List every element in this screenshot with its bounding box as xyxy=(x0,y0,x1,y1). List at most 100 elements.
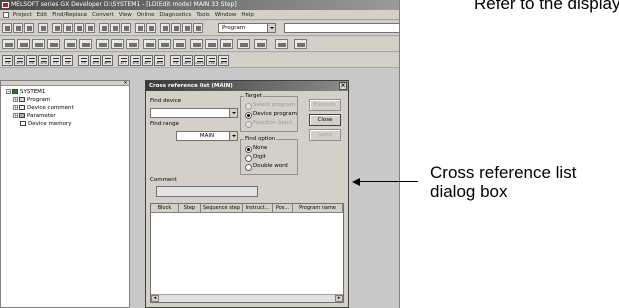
line-draw-icon[interactable]: F10 xyxy=(206,55,217,66)
operation-result-rising-icon[interactable]: F5 xyxy=(170,55,181,66)
step-run-icon[interactable] xyxy=(173,39,186,49)
cross-reference-table[interactable]: Block Step Sequence step Instruct... Pos… xyxy=(150,203,344,303)
open-project-icon[interactable] xyxy=(13,23,23,33)
find-device-label: Find device xyxy=(150,98,182,104)
menu-convert[interactable]: Convert xyxy=(92,10,114,20)
column-block[interactable]: Block xyxy=(151,204,179,213)
target-device-program-radio[interactable]: Device program xyxy=(245,111,297,119)
column-step[interactable]: Step xyxy=(179,204,201,213)
column-position[interactable]: Pos... xyxy=(273,204,293,213)
menu-online[interactable]: Online xyxy=(137,10,155,20)
find-option-double-word-radio[interactable]: Double word xyxy=(245,163,288,171)
ladder-logic-test-icon[interactable] xyxy=(254,39,267,49)
cut-icon[interactable] xyxy=(52,23,62,33)
rising-pulse-contact-icon[interactable]: sF7 xyxy=(118,55,129,66)
tree-item-device-comment[interactable]: + Device comment xyxy=(13,105,74,112)
find-device-input[interactable] xyxy=(150,108,238,118)
help-icon[interactable] xyxy=(294,39,307,49)
execute-button[interactable]: Execute xyxy=(309,99,341,111)
find-option-digit-radio[interactable]: Digit xyxy=(245,154,266,162)
scroll-left-icon[interactable]: ◂ xyxy=(151,295,159,302)
expand-icon[interactable]: + xyxy=(13,105,18,110)
find-option-none-radio[interactable]: None xyxy=(245,145,267,153)
menu-window[interactable]: Window xyxy=(215,10,237,20)
list-mode-icon[interactable] xyxy=(17,39,30,49)
tree-item-parameter[interactable]: + Parameter xyxy=(13,113,56,120)
zoom-icon[interactable] xyxy=(171,23,181,33)
chevron-down-icon[interactable] xyxy=(229,109,237,117)
collapse-icon[interactable]: − xyxy=(6,89,11,94)
comment-display-icon[interactable] xyxy=(64,39,77,49)
transfer-setup-icon[interactable] xyxy=(275,39,288,49)
scroll-right-icon[interactable]: ▸ xyxy=(335,295,343,302)
copy-icon[interactable] xyxy=(63,23,73,33)
horizontal-scrollbar[interactable]: ◂ ▸ xyxy=(151,294,343,302)
menu-view[interactable]: View xyxy=(119,10,132,20)
operation-result-invert-icon[interactable]: caF5 xyxy=(194,55,205,66)
undo-icon[interactable] xyxy=(85,23,95,33)
menu-edit[interactable]: Edit xyxy=(37,10,48,20)
menu-tools[interactable]: Tools xyxy=(196,10,210,20)
jump-button[interactable]: Jump xyxy=(309,129,341,141)
ladder-mode-icon[interactable] xyxy=(2,39,15,49)
paste-icon[interactable] xyxy=(74,23,84,33)
timing-chart-icon[interactable] xyxy=(205,39,218,49)
expand-icon[interactable]: + xyxy=(13,97,18,102)
menu-help[interactable]: Help xyxy=(241,10,254,20)
monitor-stop-icon[interactable] xyxy=(158,39,171,49)
close-icon[interactable]: × xyxy=(339,82,347,90)
write-mode-icon[interactable] xyxy=(47,39,60,49)
entry-monitor-icon[interactable] xyxy=(193,23,203,33)
delete-vertical-line-icon[interactable]: aF9 xyxy=(102,55,113,66)
falling-pulse-contact-icon[interactable]: sF8 xyxy=(130,55,141,66)
find-instruction-icon[interactable] xyxy=(110,23,120,33)
horizontal-line-icon[interactable]: sF9 xyxy=(90,55,101,66)
line-delete-icon[interactable]: aF9 xyxy=(218,55,229,66)
program-list-select[interactable] xyxy=(284,23,399,33)
rising-pulse-branch-icon[interactable]: aF7 xyxy=(142,55,153,66)
find-device-icon[interactable] xyxy=(99,23,109,33)
cross-reference-icon[interactable] xyxy=(121,23,131,33)
vertical-line-icon[interactable]: F9 xyxy=(78,55,89,66)
closed-branch-icon[interactable]: sF6 xyxy=(38,55,49,66)
ladder-symbol-toolbar: F5 sF5 F6 sF6 F7 F8 F9 sF9 aF9 sF7 sF8 a… xyxy=(0,53,399,68)
menu-find-replace[interactable]: Find/Replace xyxy=(52,10,87,20)
close-button[interactable]: Close xyxy=(309,114,341,126)
tree-item-device-memory[interactable]: Device memory xyxy=(20,121,72,128)
chevron-down-icon[interactable] xyxy=(229,132,237,140)
operation-result-falling-icon[interactable]: aF5 xyxy=(182,55,193,66)
write-to-plc-icon[interactable] xyxy=(135,23,145,33)
menu-diagnostics[interactable]: Diagnostics xyxy=(159,10,191,20)
monitor-icon[interactable] xyxy=(160,23,170,33)
find-range-select[interactable]: MAIN xyxy=(176,131,238,141)
read-mode-icon[interactable] xyxy=(32,39,45,49)
expand-icon[interactable]: + xyxy=(13,113,18,118)
column-program-name[interactable]: Program name xyxy=(293,204,343,213)
convert-icon[interactable] xyxy=(96,39,109,49)
statement-display-icon[interactable] xyxy=(79,39,92,49)
new-project-icon[interactable] xyxy=(2,23,12,33)
column-sequence-step[interactable]: Sequence step xyxy=(201,204,243,213)
column-instruction[interactable]: Instruct... xyxy=(243,204,273,213)
monitor-mode-icon[interactable] xyxy=(126,39,139,49)
monitor-start-icon[interactable] xyxy=(143,39,156,49)
tree-item-program[interactable]: + Program xyxy=(13,97,50,104)
close-icon[interactable]: × xyxy=(123,81,128,86)
device-batch-icon[interactable] xyxy=(182,23,192,33)
print-icon[interactable] xyxy=(38,23,48,33)
read-from-plc-icon[interactable] xyxy=(146,23,156,33)
closed-contact-icon[interactable]: F6 xyxy=(26,55,37,66)
save-project-icon[interactable] xyxy=(24,23,34,33)
open-branch-icon[interactable]: sF5 xyxy=(14,55,25,66)
menu-project[interactable]: Project xyxy=(13,10,32,20)
diagnostics-icon[interactable] xyxy=(237,39,250,49)
falling-pulse-branch-icon[interactable]: aF8 xyxy=(154,55,165,66)
data-type-select[interactable]: Program xyxy=(218,23,276,33)
application-instruction-icon[interactable]: F8 xyxy=(62,55,73,66)
device-test-icon[interactable] xyxy=(190,39,203,49)
sampling-trace-icon[interactable] xyxy=(220,39,233,49)
coil-icon[interactable]: F7 xyxy=(50,55,61,66)
tree-root-system1[interactable]: − SYSTEM1 xyxy=(6,89,45,96)
open-contact-icon[interactable]: F5 xyxy=(2,55,13,66)
convert-all-icon[interactable] xyxy=(111,39,124,49)
